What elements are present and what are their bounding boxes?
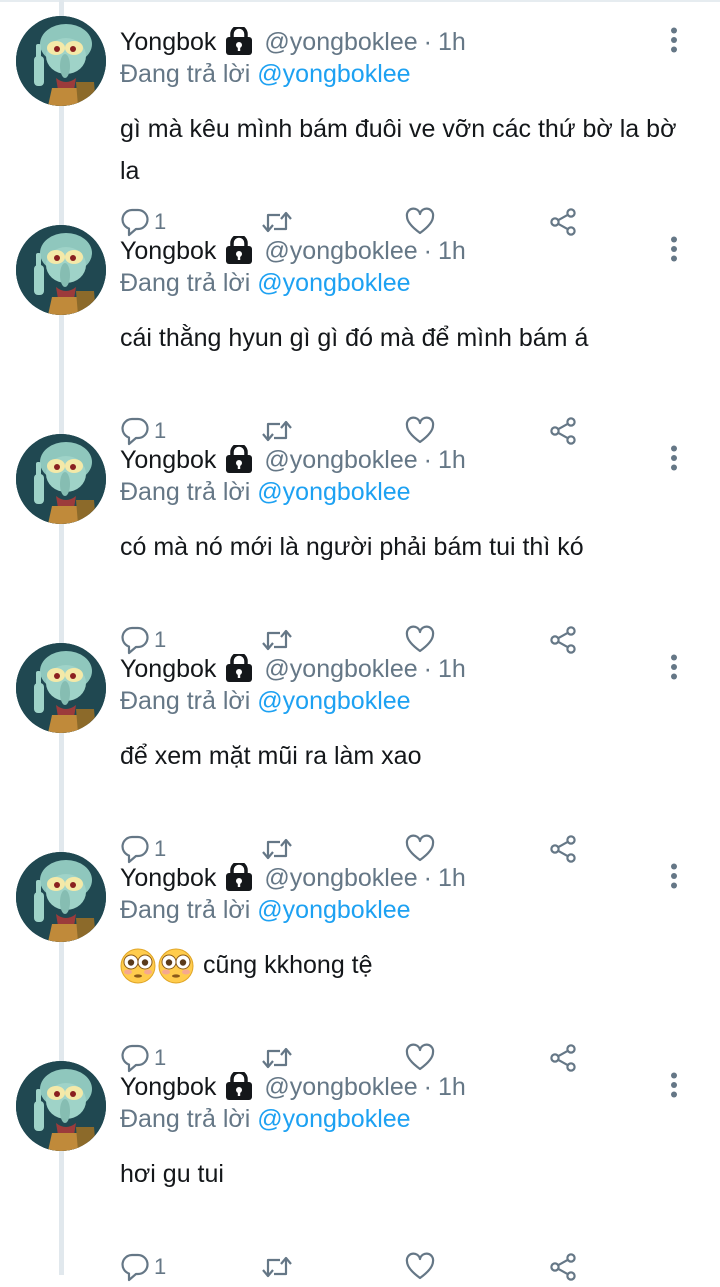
more-vertical-icon[interactable] (660, 1067, 688, 1103)
replying-to-label: Đang trả lời (120, 1105, 251, 1133)
user-handle[interactable]: @yongboklee (264, 655, 417, 684)
replying-to-handle[interactable]: @yongboklee (257, 60, 410, 88)
tweet-text-content: gì mà kêu mình bám đuôi ve vỡn các thứ b… (120, 115, 677, 185)
more-vertical-icon[interactable] (660, 231, 688, 267)
user-handle[interactable]: @yongboklee (264, 28, 417, 57)
user-handle[interactable]: @yongboklee (264, 446, 417, 475)
timestamp[interactable]: 1h (438, 655, 466, 684)
flushed-face-emoji-icon (120, 948, 156, 984)
more-vertical-icon[interactable] (660, 440, 688, 476)
user-handle[interactable]: @yongboklee (264, 1073, 417, 1102)
like-button[interactable] (405, 1247, 435, 1287)
tweet-text-content: cũng kkhong tệ (202, 951, 373, 979)
timestamp[interactable]: 1h (438, 446, 466, 475)
lock-icon (224, 234, 254, 266)
lock-icon (224, 652, 254, 684)
tweet-6[interactable]: Yongbok @yongboklee · 1h Đang trả lời @y… (0, 1045, 720, 1282)
replying-to-label: Đang trả lời (120, 896, 251, 924)
replying-to: Đang trả lời @yongboklee (120, 687, 411, 716)
replying-to: Đang trả lời @yongboklee (120, 269, 411, 298)
lock-icon (224, 25, 254, 57)
tweet-5[interactable]: Yongbok @yongboklee · 1h Đang trả lời @y… (0, 836, 720, 1073)
display-name[interactable]: Yongbok (120, 28, 216, 57)
replying-to: Đang trả lời @yongboklee (120, 1105, 411, 1134)
tweet-text-content: để xem mặt mũi ra làm xao (120, 742, 422, 770)
retweet-icon (260, 1252, 294, 1282)
separator-dot: · (423, 654, 432, 683)
separator-dot: · (423, 445, 432, 474)
separator-dot: · (423, 27, 432, 56)
separator-dot: · (423, 1072, 432, 1101)
user-handle[interactable]: @yongboklee (264, 864, 417, 893)
timestamp[interactable]: 1h (438, 864, 466, 893)
tweet-text-content: có mà nó mới là người phải bám tui thì k… (120, 533, 584, 561)
heart-icon (405, 1252, 435, 1282)
avatar[interactable] (16, 434, 106, 524)
reply-button[interactable]: 1 (120, 1247, 166, 1287)
tweet-text-content: hơi gu tui (120, 1160, 224, 1188)
display-name[interactable]: Yongbok (120, 237, 216, 266)
more-vertical-icon[interactable] (660, 22, 688, 58)
more-vertical-icon[interactable] (660, 858, 688, 894)
reply-count: 1 (154, 1254, 167, 1279)
tweet-header: Yongbok @yongboklee · 1h (120, 1067, 466, 1107)
lock-icon (224, 861, 254, 893)
replying-to: Đang trả lời @yongboklee (120, 896, 411, 925)
display-name[interactable]: Yongbok (120, 446, 216, 475)
separator-dot: · (423, 863, 432, 892)
reply-icon (120, 1252, 150, 1282)
avatar[interactable] (16, 1061, 106, 1151)
tweet-3[interactable]: Yongbok @yongboklee · 1h Đang trả lời @y… (0, 418, 720, 655)
timestamp[interactable]: 1h (438, 237, 466, 266)
replying-to-handle[interactable]: @yongboklee (257, 269, 410, 297)
replying-to-label: Đang trả lời (120, 478, 251, 506)
tweet-header: Yongbok @yongboklee · 1h (120, 440, 466, 480)
flushed-face-emoji-icon (158, 948, 194, 984)
retweet-button[interactable] (260, 1247, 294, 1287)
avatar[interactable] (16, 225, 106, 315)
display-name[interactable]: Yongbok (120, 864, 216, 893)
avatar[interactable] (16, 16, 106, 106)
avatar[interactable] (16, 643, 106, 733)
tweet-text-content: cái thằng hyun gì gì đó mà để mình bám á (120, 324, 589, 352)
timestamp[interactable]: 1h (438, 28, 466, 57)
tweet-text: cái thằng hyun gì gì đó mà để mình bám á (120, 317, 690, 359)
lock-icon (224, 443, 254, 475)
avatar[interactable] (16, 852, 106, 942)
lock-icon (224, 1070, 254, 1102)
tweet-text: gì mà kêu mình bám đuôi ve vỡn các thứ b… (120, 108, 690, 192)
tweet-header: Yongbok @yongboklee · 1h (120, 22, 466, 62)
more-vertical-icon[interactable] (660, 649, 688, 685)
tweet-header: Yongbok @yongboklee · 1h (120, 231, 466, 271)
timestamp[interactable]: 1h (438, 1073, 466, 1102)
display-name[interactable]: Yongbok (120, 655, 216, 684)
tweet-text: có mà nó mới là người phải bám tui thì k… (120, 526, 690, 568)
replying-to-handle[interactable]: @yongboklee (257, 687, 410, 715)
tweet-actions: 1 (120, 1247, 590, 1287)
tweet-header: Yongbok @yongboklee · 1h (120, 858, 466, 898)
replying-to: Đang trả lời @yongboklee (120, 60, 411, 89)
user-handle[interactable]: @yongboklee (264, 237, 417, 266)
share-icon (548, 1252, 578, 1282)
replying-to: Đang trả lời @yongboklee (120, 478, 411, 507)
display-name[interactable]: Yongbok (120, 1073, 216, 1102)
replying-to-handle[interactable]: @yongboklee (257, 1105, 410, 1133)
tweet-2[interactable]: Yongbok @yongboklee · 1h Đang trả lời @y… (0, 209, 720, 446)
tweet-header: Yongbok @yongboklee · 1h (120, 649, 466, 689)
tweet-text: cũng kkhong tệ (120, 944, 690, 986)
separator-dot: · (423, 236, 432, 265)
tweet-text: để xem mặt mũi ra làm xao (120, 735, 690, 777)
tweet-text: hơi gu tui (120, 1153, 690, 1195)
replying-to-handle[interactable]: @yongboklee (257, 478, 410, 506)
replying-to-label: Đang trả lời (120, 60, 251, 88)
replying-to-handle[interactable]: @yongboklee (257, 896, 410, 924)
tweet-4[interactable]: Yongbok @yongboklee · 1h Đang trả lời @y… (0, 627, 720, 864)
tweet-1[interactable]: Yongbok @yongboklee · 1h Đang trả lời @y… (0, 0, 720, 237)
share-button[interactable] (548, 1247, 578, 1287)
replying-to-label: Đang trả lời (120, 687, 251, 715)
replying-to-label: Đang trả lời (120, 269, 251, 297)
emoji-group (120, 948, 203, 984)
